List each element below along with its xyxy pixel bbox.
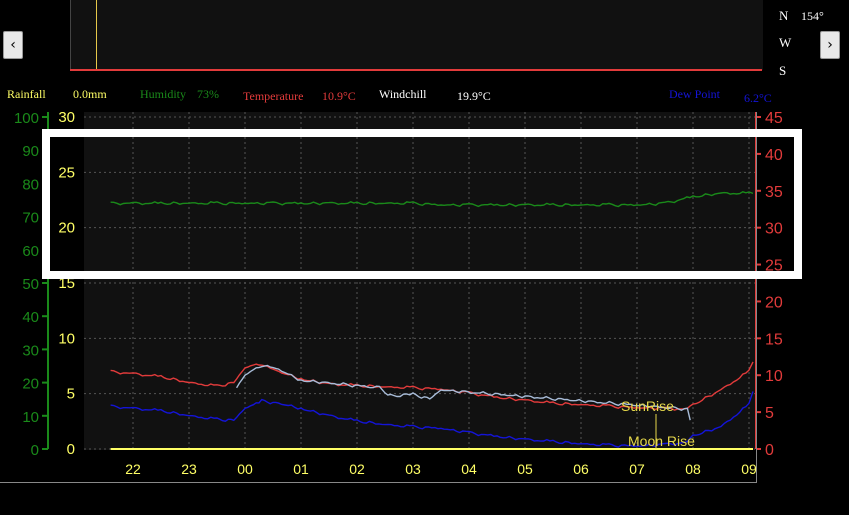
humidity-axis-label: 60	[22, 243, 39, 260]
x-tick-label: 09	[741, 461, 757, 477]
humidity-axis-label: 20	[22, 376, 39, 393]
x-tick-label: 08	[685, 461, 701, 477]
mid-axis-tick: 30	[58, 109, 75, 126]
humidity-axis-label: 80	[22, 176, 39, 193]
x-tick-label: 23	[181, 461, 197, 477]
humidity-axis-label: 10	[22, 409, 39, 426]
humidity-axis-label: 70	[22, 210, 39, 227]
x-tick-label: 07	[629, 461, 645, 477]
x-tick-label: 02	[349, 461, 365, 477]
humidity-axis-label: 40	[22, 309, 39, 326]
mid-axis-tick: 0	[67, 441, 75, 458]
temperature-axis-label: 0	[765, 442, 774, 459]
x-tick-label: 00	[237, 461, 253, 477]
temperature-axis-label: 20	[765, 294, 783, 311]
x-tick-label: 06	[573, 461, 589, 477]
x-tick-label: 03	[405, 461, 421, 477]
temperature-axis-label: 5	[765, 405, 774, 422]
humidity-axis-label: 50	[22, 276, 39, 293]
temperature-axis-label: 45	[765, 110, 783, 127]
highlight-box	[42, 129, 802, 279]
humidity-axis-label: 100	[14, 110, 39, 127]
chart-border-bottom	[0, 482, 757, 483]
humidity-axis-label: 90	[22, 143, 39, 160]
temperature-axis-label: 15	[765, 331, 783, 348]
humidity-axis-label: 0	[31, 442, 39, 459]
temperature-axis-label: 10	[765, 368, 783, 385]
mid-axis-tick: 10	[58, 330, 75, 347]
x-tick-label: 01	[293, 461, 309, 477]
moonrise-annotation: Moon Rise	[628, 433, 695, 449]
x-tick-label: 04	[461, 461, 477, 477]
humidity-axis-label: 30	[22, 342, 39, 359]
x-tick-label: 22	[125, 461, 141, 477]
x-tick-label: 05	[517, 461, 533, 477]
mid-axis-tick: 5	[67, 386, 75, 403]
sunrise-annotation: SunRise	[621, 398, 674, 414]
